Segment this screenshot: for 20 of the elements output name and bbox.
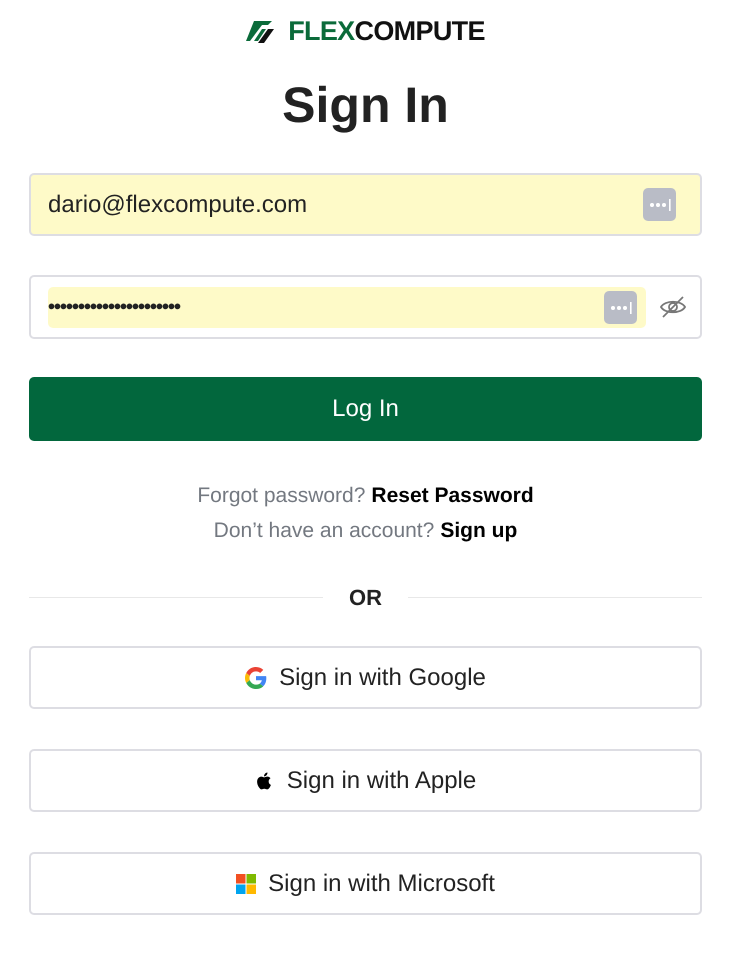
- google-icon: [245, 666, 268, 688]
- email-field[interactable]: dario@flexcompute.com: [29, 173, 702, 236]
- login-button[interactable]: Log In: [29, 377, 702, 441]
- logo-text: COMPUTE: [354, 18, 485, 44]
- microsoft-icon: [236, 874, 256, 894]
- text-link[interactable]: Sign up: [440, 518, 518, 544]
- eye-slash-icon[interactable]: [660, 296, 686, 318]
- password-value: ••••••••••••••••••••••: [48, 295, 182, 320]
- email-value: dario@flexcompute.com: [48, 190, 308, 220]
- logo-text: FLEX: [288, 18, 355, 44]
- social-sign-in-button[interactable]: Sign in with Apple: [29, 749, 702, 812]
- password-manager-icon[interactable]: [643, 188, 676, 221]
- social-sign-in-button[interactable]: Sign in with Microsoft: [29, 852, 702, 915]
- divider-text: OR: [349, 584, 382, 612]
- text-link[interactable]: Reset Password: [371, 483, 534, 509]
- password-field[interactable]: ••••••••••••••••••••••: [29, 275, 702, 339]
- password-manager-icon[interactable]: [604, 290, 637, 324]
- prompt-text: Don’t have an account?: [214, 518, 434, 544]
- prompt-text: Forgot password?: [197, 483, 366, 509]
- social-sign-in-button[interactable]: Sign in with Google: [29, 646, 702, 709]
